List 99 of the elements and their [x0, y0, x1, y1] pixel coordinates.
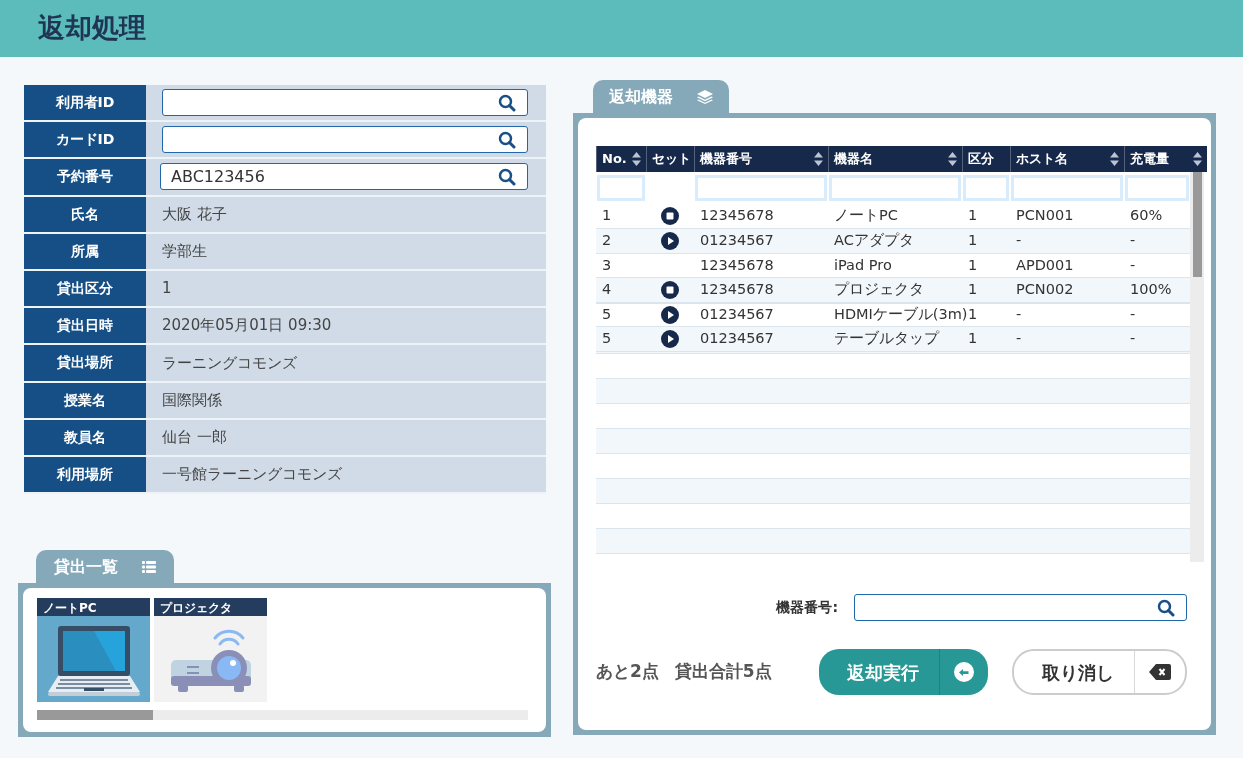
filter-field[interactable]	[597, 175, 645, 201]
device-number-search-field[interactable]	[854, 594, 1187, 621]
field-value: ラーニングコモンズ	[162, 352, 297, 374]
row-number: 5	[602, 330, 612, 347]
category: 1	[968, 232, 978, 248]
sort-icon[interactable]	[1110, 152, 1119, 166]
sort-icon[interactable]	[1192, 152, 1202, 166]
field-value: 国際関係	[162, 389, 222, 411]
stop-icon[interactable]	[661, 207, 679, 226]
list-icon	[142, 560, 156, 573]
field-label: 教員名	[24, 419, 146, 455]
laptop-icon	[45, 624, 142, 698]
layers-icon	[697, 89, 713, 104]
filter-field[interactable]	[695, 175, 827, 201]
search-icon	[1157, 598, 1175, 617]
field-label: 貸出区分	[24, 270, 146, 307]
stop-icon[interactable]	[661, 281, 679, 300]
horizontal-scrollbar[interactable]	[37, 710, 528, 720]
vertical-scrollbar[interactable]	[1190, 172, 1204, 562]
device-name: ノートPC	[834, 207, 898, 224]
category: 1	[968, 330, 978, 347]
row-number: 2	[602, 232, 612, 248]
page-title: 返却処理	[38, 12, 146, 45]
host-name: -	[1016, 305, 1022, 322]
device-name: HDMIケーブル(3m)	[834, 305, 968, 322]
charge-level: -	[1130, 330, 1136, 347]
row-number: 5	[602, 305, 612, 322]
row-number: 1	[602, 207, 612, 224]
column-header[interactable]: 区分	[962, 146, 1011, 172]
device-name: iPad Pro	[834, 256, 892, 273]
sort-icon[interactable]	[632, 152, 641, 166]
field-value: 学部生	[162, 241, 207, 263]
category: 1	[968, 256, 978, 273]
search-icon	[498, 167, 516, 186]
field-label: 授業名	[24, 382, 146, 418]
field-value: 仙台 一郎	[162, 427, 227, 449]
field-label: 利用場所	[24, 456, 146, 493]
tile-label: ノートPC	[37, 598, 150, 616]
field-value: 1	[162, 278, 172, 300]
search-field[interactable]: ABC123456	[160, 163, 528, 191]
charge-level: 100%	[1130, 281, 1172, 298]
search-field[interactable]	[162, 126, 528, 154]
field-label: 氏名	[24, 196, 146, 232]
play-icon[interactable]	[661, 232, 679, 250]
search-icon	[498, 93, 516, 112]
play-icon[interactable]	[661, 330, 679, 349]
filter-field[interactable]	[1011, 175, 1123, 201]
search-icon	[498, 130, 516, 149]
device-name: プロジェクタ	[834, 281, 924, 298]
charge-level: -	[1130, 256, 1136, 273]
device-number: 12345678	[700, 256, 774, 273]
device-number: 12345678	[700, 281, 774, 298]
field-value: 大阪 花子	[162, 203, 227, 225]
sort-icon[interactable]	[948, 152, 957, 166]
device-number: 01234567	[700, 232, 774, 248]
field-label: 貸出場所	[24, 345, 146, 381]
field-label: 利用者ID	[24, 85, 146, 121]
column-header[interactable]: No.	[596, 146, 647, 172]
device-number-label: 機器番号:	[776, 598, 838, 617]
cancel-button[interactable]: 取り消し	[1012, 649, 1187, 695]
device-name: ACアダプタ	[834, 232, 914, 248]
field-label: 貸出日時	[24, 308, 146, 344]
column-header[interactable]: 充電量	[1124, 146, 1207, 172]
backspace-icon	[1149, 664, 1171, 680]
device-number: 12345678	[700, 207, 774, 224]
column-header[interactable]: セット	[646, 146, 695, 172]
sort-icon[interactable]	[814, 152, 823, 166]
filter-field[interactable]	[829, 175, 961, 201]
search-field[interactable]	[162, 89, 528, 117]
column-header[interactable]: 機器名	[828, 146, 963, 172]
category: 1	[968, 281, 978, 298]
host-name: -	[1016, 232, 1022, 248]
summary-text: 貸出合計5点	[674, 660, 772, 684]
row-number: 3	[602, 256, 612, 273]
field-label: カードID	[24, 122, 146, 158]
device-name: テーブルタップ	[834, 330, 939, 347]
charge-level: -	[1130, 232, 1136, 248]
field-label: 所属	[24, 233, 146, 269]
charge-level: 60%	[1130, 207, 1163, 224]
filter-field[interactable]	[963, 175, 1009, 201]
category: 1	[968, 305, 978, 322]
field-label: 予約番号	[24, 159, 146, 195]
column-header[interactable]: 機器番号	[694, 146, 829, 172]
summary-text: あと2点	[596, 660, 659, 684]
device-number: 01234567	[700, 305, 774, 322]
column-header[interactable]: ホスト名	[1010, 146, 1125, 172]
charge-level: -	[1130, 305, 1136, 322]
host-name: PCN002	[1016, 281, 1074, 298]
host-name: PCN001	[1016, 207, 1074, 224]
category: 1	[968, 207, 978, 224]
filter-field[interactable]	[1125, 175, 1189, 201]
host-name: APD001	[1016, 256, 1074, 273]
device-number: 01234567	[700, 330, 774, 347]
tile-label: プロジェクタ	[154, 598, 267, 616]
row-number: 4	[602, 281, 612, 298]
play-icon[interactable]	[661, 305, 679, 324]
host-name: -	[1016, 330, 1022, 347]
field-value: 2020年05月01日 09:30	[162, 315, 332, 337]
field-value: 一号館ラーニングコモンズ	[162, 464, 342, 486]
